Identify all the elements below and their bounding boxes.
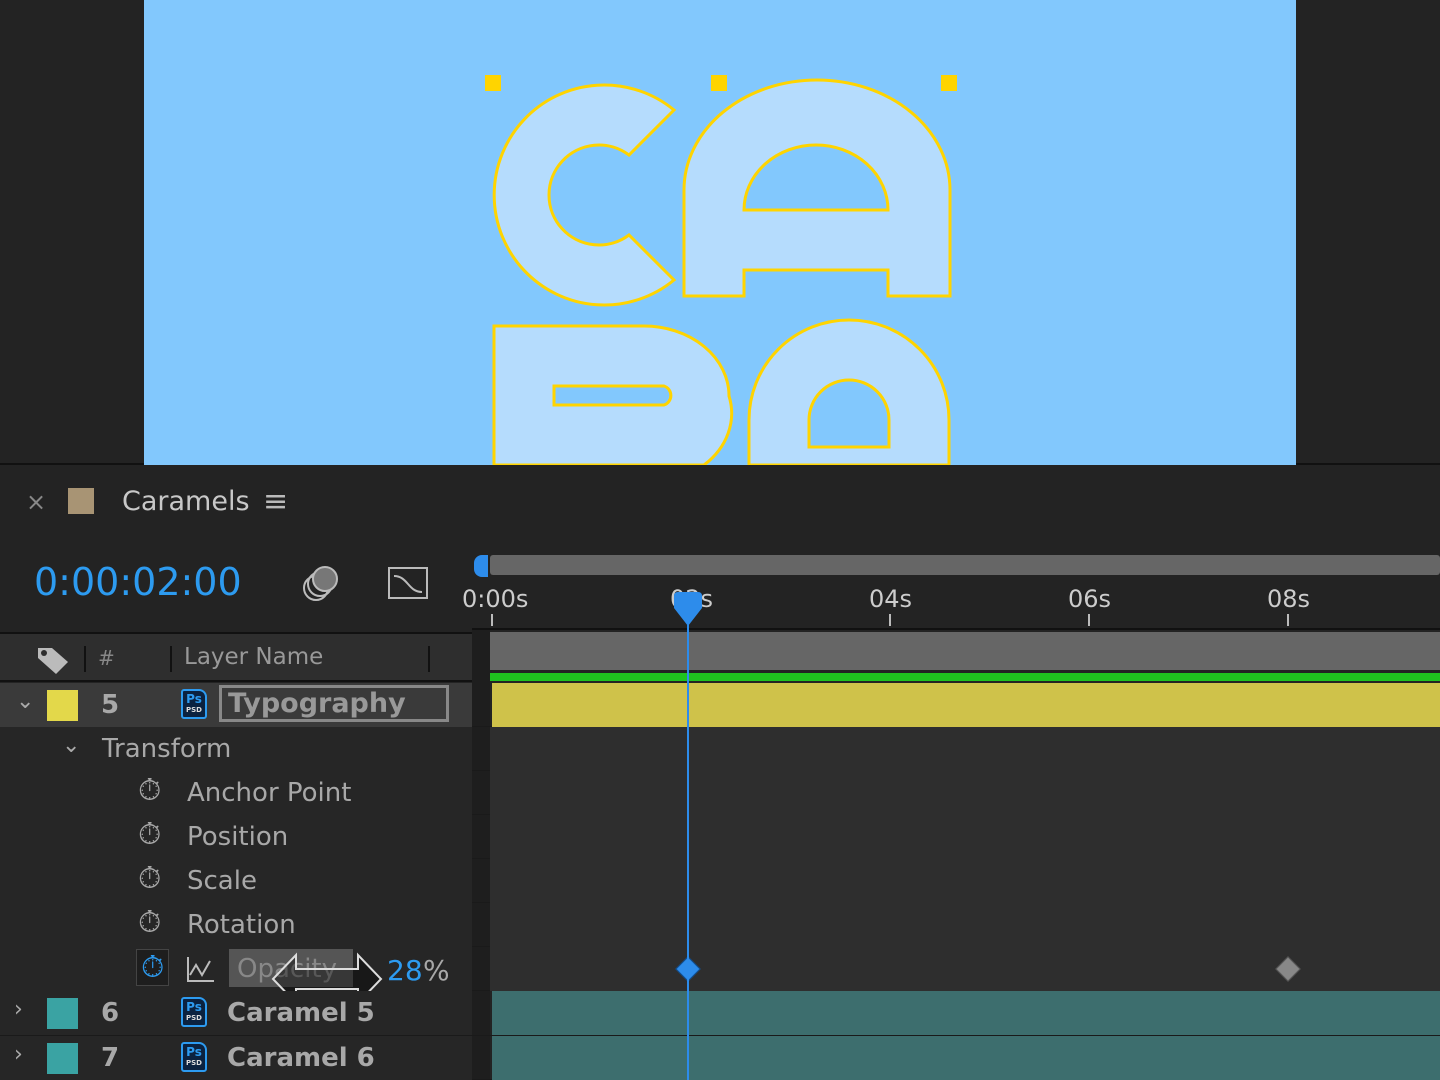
draft-3d-icon[interactable]: [300, 562, 340, 602]
composition-color-swatch: [68, 488, 94, 514]
psd-icon: Ps PSD: [181, 997, 207, 1027]
stopwatch-icon[interactable]: ⏱: [138, 773, 161, 808]
transform-group-row[interactable]: ⌄ Transform: [0, 727, 1440, 771]
property-label: Scale: [187, 866, 257, 896]
composition-canvas[interactable]: [144, 0, 1296, 465]
playhead-line[interactable]: [687, 600, 689, 1080]
layer-name[interactable]: Caramel 6: [227, 1043, 375, 1073]
property-label: Rotation: [187, 910, 296, 940]
composition-viewer: [0, 0, 1440, 465]
panel-title[interactable]: Caramels: [122, 486, 250, 517]
panel-menu-icon[interactable]: ≡: [263, 484, 288, 519]
work-area-bar[interactable]: [490, 632, 1440, 670]
handle: [485, 75, 501, 91]
tick-label: 06s: [1068, 585, 1112, 613]
layer-number: 5: [101, 690, 120, 720]
close-panel-button[interactable]: ×: [26, 488, 46, 516]
opacity-unit: %: [423, 954, 450, 987]
property-label: Position: [187, 822, 289, 852]
layer-duration-bar[interactable]: [492, 683, 1440, 727]
tag-icon[interactable]: [36, 644, 70, 674]
layer-row-caramel-5[interactable]: › 6 Ps PSD Caramel 5: [0, 991, 1440, 1036]
label-color-swatch[interactable]: [47, 1043, 78, 1074]
column-header: # Layer Name: [0, 632, 472, 682]
current-time-display[interactable]: 0:00:02:00: [34, 560, 242, 604]
transform-label: Transform: [102, 734, 232, 764]
stopwatch-icon[interactable]: ⏱: [138, 861, 161, 896]
layer-duration-bar[interactable]: [492, 991, 1440, 1035]
stopwatch-icon[interactable]: ⏱: [138, 905, 161, 940]
number-column-header[interactable]: #: [98, 646, 115, 670]
psd-icon: Ps PSD: [181, 689, 207, 719]
label-color-swatch[interactable]: [47, 690, 78, 721]
render-bar: [490, 673, 1440, 681]
layer-row-caramel-6[interactable]: › 7 Ps PSD Caramel 6: [0, 1036, 1440, 1080]
handle: [711, 75, 727, 91]
time-navigator[interactable]: [490, 555, 1440, 575]
letter-c: [492, 83, 677, 307]
property-label: Anchor Point: [187, 778, 352, 808]
property-row-anchor-point[interactable]: ⏱ Anchor Point: [0, 771, 1440, 815]
collapse-chevron-icon[interactable]: ⌄: [62, 733, 80, 758]
navigator-start-handle[interactable]: [474, 555, 488, 577]
letter-a2: [747, 318, 951, 465]
layer-number: 7: [101, 1043, 120, 1073]
property-row-position[interactable]: ⏱ Position: [0, 815, 1440, 859]
expand-chevron-icon[interactable]: ›: [14, 1042, 23, 1067]
expand-chevron-icon[interactable]: ›: [14, 997, 23, 1022]
collapse-chevron-icon[interactable]: ⌄: [16, 689, 34, 714]
layer-name-field[interactable]: Typography: [219, 685, 449, 722]
layer-name[interactable]: Caramel 5: [227, 998, 375, 1028]
layer-row-typography[interactable]: ⌄ 5 Ps PSD Typography: [0, 683, 1440, 727]
selection-handles: [485, 75, 957, 91]
property-row-rotation[interactable]: ⏱ Rotation: [0, 903, 1440, 947]
opacity-value[interactable]: 28: [387, 954, 423, 987]
layer-duration-bar[interactable]: [492, 1036, 1440, 1080]
property-row-opacity[interactable]: ⏱ Opacity 28 %: [0, 947, 1440, 1003]
tick-label: 08s: [1267, 585, 1311, 613]
tick-label: 0:00s: [462, 585, 529, 613]
label-color-swatch[interactable]: [47, 998, 78, 1029]
stopwatch-icon[interactable]: ⏱: [138, 817, 161, 852]
letter-a: [682, 78, 952, 298]
letter-r: [492, 324, 734, 465]
stopwatch-active-icon[interactable]: ⏱: [136, 949, 170, 986]
layer-name-column-header[interactable]: Layer Name: [184, 644, 323, 670]
layer-number: 6: [101, 998, 120, 1028]
property-row-scale[interactable]: ⏱ Scale: [0, 859, 1440, 903]
playhead-handle[interactable]: [672, 592, 704, 628]
graph-editor-icon[interactable]: [386, 562, 430, 602]
artwork: [485, 75, 957, 465]
psd-icon: Ps PSD: [181, 1042, 207, 1072]
tick-label: 04s: [869, 585, 913, 613]
handle: [941, 75, 957, 91]
graph-icon[interactable]: [186, 955, 216, 983]
